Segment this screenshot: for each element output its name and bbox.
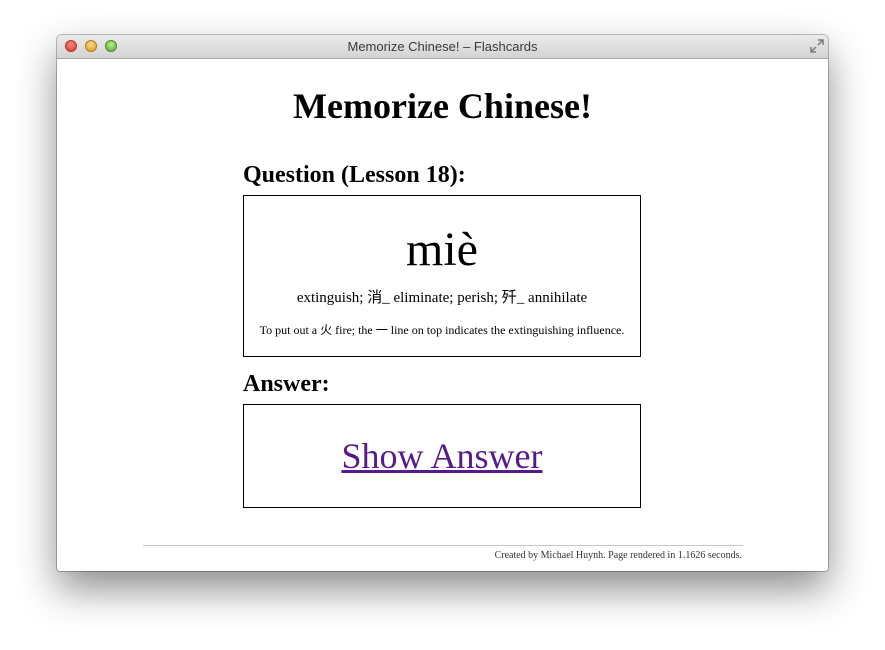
- show-answer-link[interactable]: Show Answer: [244, 435, 640, 477]
- answer-heading: Answer:: [243, 371, 330, 397]
- title-bar: Memorize Chinese! – Flashcards: [57, 35, 828, 59]
- fullscreen-icon[interactable]: [810, 39, 824, 53]
- mnemonic-note: To put out a 火 fire; the 一 line on top i…: [259, 323, 625, 337]
- question-card: miè extinguish; 消_ eliminate; perish; 歼_…: [243, 195, 641, 357]
- page-content: Memorize Chinese! Question (Lesson 18): …: [57, 59, 828, 571]
- footer-text: Created by Michael Huynh. Page rendered …: [494, 550, 742, 561]
- footer-divider: [143, 545, 743, 546]
- pinyin-text: miè: [406, 223, 478, 276]
- page-title: Memorize Chinese!: [293, 86, 592, 126]
- browser-window: Memorize Chinese! – Flashcards Memorize …: [57, 35, 828, 571]
- answer-card: Show Answer: [243, 404, 641, 508]
- question-heading: Question (Lesson 18):: [243, 162, 466, 188]
- window-title: Memorize Chinese! – Flashcards: [347, 39, 538, 54]
- meaning-text: extinguish; 消_ eliminate; perish; 歼_ ann…: [296, 290, 588, 306]
